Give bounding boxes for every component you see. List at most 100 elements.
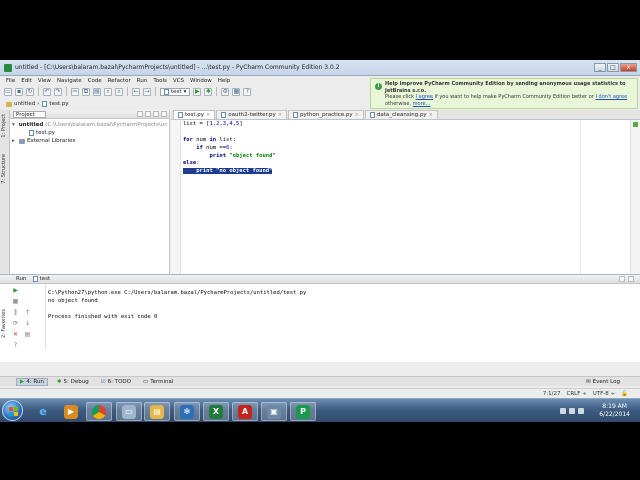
menu-navigate[interactable]: Navigate [57, 78, 82, 84]
rerun-icon[interactable]: ▶ [12, 287, 19, 294]
todo-tool-tab[interactable]: ☑ 6: TODO [98, 378, 134, 386]
collapse-icon[interactable] [145, 111, 151, 117]
close-tab-icon[interactable]: × [278, 111, 282, 119]
run-config-selector[interactable]: test ▾ [160, 87, 191, 96]
expand-arrow-icon[interactable]: ▾ [12, 121, 15, 129]
sync-icon[interactable]: ↻ [26, 87, 34, 96]
volume-icon[interactable] [578, 408, 584, 414]
debug-tool-tab[interactable]: ✱ 5: Debug [54, 378, 92, 386]
copy-icon[interactable]: ⧉ [82, 87, 90, 96]
minimize-button[interactable]: _ [594, 63, 606, 72]
save-icon[interactable]: ▪ [15, 87, 23, 96]
forward-icon[interactable]: → [143, 87, 151, 96]
editor-tab[interactable]: python_practice.py × [287, 110, 364, 119]
cut-icon[interactable]: ✂ [71, 87, 79, 96]
structure-icon[interactable]: ▦ [232, 87, 241, 96]
menu-view[interactable]: View [38, 78, 51, 84]
open-icon[interactable]: ▭ [4, 87, 12, 96]
menu-refactor[interactable]: Refactor [108, 78, 131, 84]
pause-icon[interactable]: ‖ [12, 309, 19, 316]
menu-vcs[interactable]: VCS [173, 78, 184, 84]
run-tool-tab[interactable]: ▶ 4: Run [16, 377, 48, 386]
help-icon[interactable]: ? [12, 342, 19, 349]
code-line[interactable]: if num ==6: [183, 145, 276, 153]
code-line[interactable] [183, 129, 276, 137]
menu-edit[interactable]: Edit [21, 78, 32, 84]
code-line[interactable]: print "object found" [183, 153, 276, 161]
maximize-button[interactable]: □ [607, 63, 619, 72]
menu-window[interactable]: Window [190, 78, 212, 84]
start-button[interactable] [2, 400, 23, 421]
close-tab-icon[interactable]: × [206, 111, 210, 119]
expand-arrow-icon[interactable]: ▸ [12, 137, 17, 145]
down-arrow-icon[interactable]: ↓ [24, 320, 31, 327]
close-button[interactable]: x [620, 63, 637, 72]
project-tool-tab[interactable]: 1: Project [1, 114, 9, 138]
menu-run[interactable]: Run [137, 78, 148, 84]
run-icon[interactable]: ▶ [193, 87, 202, 96]
run-config-tab[interactable]: test [32, 276, 50, 282]
code-editor[interactable]: list = [1,2,3,4,5] for num in list: if n… [183, 121, 276, 176]
close-icon[interactable]: ✕ [12, 331, 19, 338]
explorer-taskbar-button[interactable]: ▤ [144, 402, 170, 421]
file-encoding[interactable]: UTF-8 ÷ [593, 391, 615, 397]
settings-icon[interactable]: ⚙ [221, 87, 230, 96]
disagree-link[interactable]: I don't agree [595, 94, 627, 100]
find-icon[interactable]: ⌕ [104, 87, 112, 96]
lock-icon[interactable]: 🔓 [621, 391, 628, 397]
tree-item[interactable]: ▸ External Libraries [12, 137, 167, 145]
help-icon[interactable]: ? [243, 87, 252, 96]
chrome-taskbar-button[interactable] [86, 402, 112, 421]
vmware-taskbar-button[interactable]: ✻ [174, 402, 200, 421]
media-taskbar-button[interactable]: ▶ [58, 402, 84, 421]
tray-arrow-icon[interactable] [560, 408, 566, 414]
breadcrumb-file[interactable]: test.py [42, 101, 68, 107]
event-log-tab[interactable]: ✉ Event Log [586, 379, 640, 385]
caret-position[interactable]: 7:1/27 [543, 391, 561, 397]
paste-icon[interactable]: ▤ [93, 87, 101, 96]
menu-file[interactable]: File [6, 78, 15, 84]
replace-icon[interactable]: ⌕ [115, 87, 123, 96]
restore-layout-icon[interactable]: ⟳ [12, 320, 19, 327]
editor-tab[interactable]: oauth2-twitter.py × [216, 110, 287, 119]
undo-icon[interactable]: ↶ [43, 87, 51, 96]
structure-tool-tab[interactable]: 7: Structure [1, 154, 9, 184]
close-tab-icon[interactable]: × [355, 111, 359, 119]
debug-icon[interactable]: ✱ [204, 87, 213, 96]
redo-icon[interactable]: ↷ [54, 87, 62, 96]
acrobat-taskbar-button[interactable]: A [232, 402, 258, 421]
tree-item[interactable]: ▾ untitled (C:\Users\balaram.bazal\Pycharm… [12, 121, 167, 129]
close-tab-icon[interactable]: × [429, 111, 433, 119]
gear-icon[interactable] [153, 111, 159, 117]
network-taskbar-button[interactable]: ▣ [261, 402, 287, 421]
menu-help[interactable]: Help [218, 78, 231, 84]
code-line[interactable]: print "no object found" [183, 168, 276, 176]
favorites-tool-tab[interactable]: 2: Favorites [1, 309, 9, 338]
pycharm-taskbar-button[interactable]: P [290, 402, 316, 421]
print-icon[interactable]: ▤ [24, 331, 31, 338]
clock[interactable]: 8:19 AM 6/22/2014 [599, 403, 630, 419]
tree-item[interactable]: test.py [12, 129, 167, 137]
breadcrumb-project[interactable]: untitled › [6, 101, 39, 107]
code-line[interactable]: for num in list: [183, 137, 276, 145]
ie-taskbar-button[interactable]: e [30, 402, 56, 421]
back-icon[interactable]: ← [132, 87, 140, 96]
editor-tab[interactable]: data_cleansing.py × [364, 110, 438, 119]
hide-icon[interactable] [628, 276, 634, 282]
project-view-selector[interactable]: Project [13, 110, 46, 118]
run-console-output[interactable]: C:\Python27\python.exe C:/Users/balaram.… [48, 289, 306, 321]
excel-taskbar-button[interactable]: X [203, 402, 229, 421]
sync-icon[interactable] [137, 111, 143, 117]
up-arrow-icon[interactable]: ↑ [24, 309, 31, 316]
menu-code[interactable]: Code [88, 78, 102, 84]
editor-tab[interactable]: test.py × [173, 110, 216, 119]
code-line[interactable]: list = [1,2,3,4,5] [183, 121, 276, 129]
stop-icon[interactable]: ■ [12, 298, 19, 305]
line-separator[interactable]: CRLF ÷ [567, 391, 587, 397]
hide-icon[interactable] [161, 111, 167, 117]
more-link[interactable]: more... [413, 101, 431, 107]
network-icon[interactable] [569, 408, 575, 414]
computer-taskbar-button[interactable]: ▭ [116, 402, 142, 421]
terminal-tool-tab[interactable]: ▭ Terminal [140, 378, 176, 386]
gear-icon[interactable] [619, 276, 625, 282]
